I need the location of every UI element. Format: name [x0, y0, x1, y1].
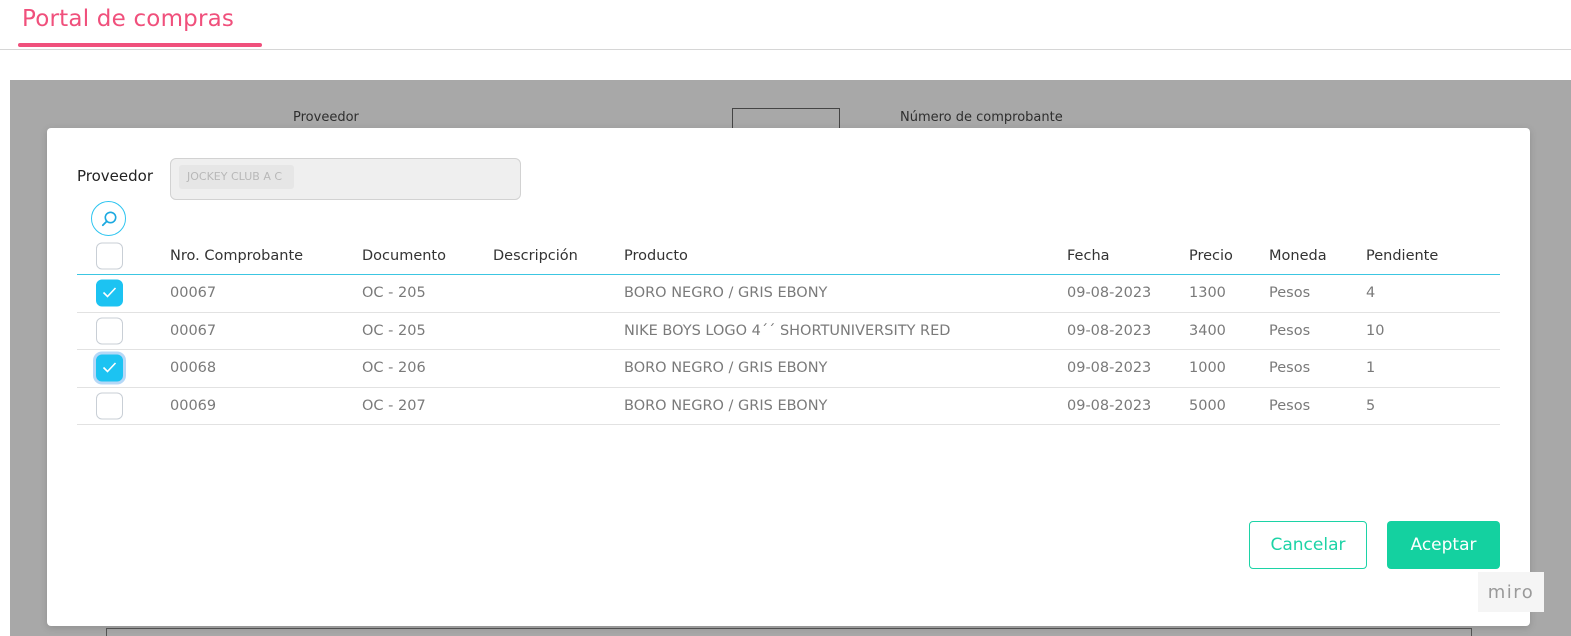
cell-pendiente: 1	[1366, 360, 1376, 377]
table-row[interactable]: 00067 OC - 205 NIKE BOYS LOGO 4´´ SHORTU…	[77, 313, 1500, 350]
cell-producto: BORO NEGRO / GRIS EBONY	[624, 397, 828, 414]
cell-pendiente: 5	[1366, 397, 1376, 414]
page-title[interactable]: Portal de compras	[22, 6, 234, 32]
cell-documento: OC - 206	[362, 360, 426, 377]
cell-fecha: 09-08-2023	[1067, 397, 1152, 414]
cell-documento: OC - 205	[362, 322, 426, 339]
cell-documento: OC - 205	[362, 285, 426, 302]
bg-form-border	[106, 628, 1472, 636]
proveedor-label: Proveedor	[77, 167, 153, 185]
cell-producto: BORO NEGRO / GRIS EBONY	[624, 360, 828, 377]
select-all-checkbox[interactable]	[96, 242, 123, 270]
cell-moneda: Pesos	[1269, 397, 1311, 414]
proveedor-chip: JOCKEY CLUB A C	[179, 165, 295, 189]
cell-precio: 5000	[1189, 397, 1226, 414]
col-header-producto: Producto	[624, 248, 688, 264]
col-header-precio: Precio	[1189, 248, 1233, 264]
cell-moneda: Pesos	[1269, 285, 1311, 302]
cell-producto: BORO NEGRO / GRIS EBONY	[624, 285, 828, 302]
cell-fecha: 09-08-2023	[1067, 360, 1152, 377]
accept-button[interactable]: Aceptar	[1387, 521, 1500, 569]
cell-moneda: Pesos	[1269, 322, 1311, 339]
bg-proveedor-label: Proveedor	[293, 110, 359, 125]
table-row[interactable]: 00067 OC - 205 BORO NEGRO / GRIS EBONY 0…	[77, 275, 1500, 313]
cell-precio: 1300	[1189, 285, 1226, 302]
cell-fecha: 09-08-2023	[1067, 322, 1152, 339]
cell-pendiente: 4	[1366, 285, 1376, 302]
search-icon	[101, 211, 116, 226]
row-checkbox[interactable]	[96, 354, 123, 382]
cell-producto: NIKE BOYS LOGO 4´´ SHORTUNIVERSITY RED	[624, 322, 951, 339]
row-checkbox[interactable]	[96, 317, 123, 345]
checkmark-icon	[102, 287, 117, 298]
cell-precio: 1000	[1189, 360, 1226, 377]
cell-nro: 00067	[170, 322, 217, 339]
cell-nro: 00067	[170, 285, 217, 302]
app-header: Portal de compras	[0, 0, 1571, 50]
active-tab-indicator	[18, 43, 262, 47]
bg-numero-label: Número de comprobante	[900, 110, 1063, 125]
row-checkbox[interactable]	[96, 392, 123, 420]
select-comprobantes-modal: Proveedor JOCKEY CLUB A C Nro. Comproban…	[47, 128, 1530, 626]
proveedor-field[interactable]: JOCKEY CLUB A C	[170, 158, 521, 200]
checkmark-icon	[102, 362, 117, 373]
cell-fecha: 09-08-2023	[1067, 285, 1152, 302]
table-row[interactable]: 00068 OC - 206 BORO NEGRO / GRIS EBONY 0…	[77, 350, 1500, 388]
cell-moneda: Pesos	[1269, 360, 1311, 377]
col-header-moneda: Moneda	[1269, 248, 1327, 264]
col-header-fecha: Fecha	[1067, 248, 1110, 264]
col-header-pendiente: Pendiente	[1366, 248, 1439, 264]
row-checkbox[interactable]	[96, 279, 123, 307]
miro-watermark: miro	[1478, 572, 1544, 612]
cancel-button[interactable]: Cancelar	[1249, 521, 1367, 569]
bg-input-box	[732, 108, 840, 130]
col-header-descripcion: Descripción	[493, 248, 578, 264]
search-button[interactable]	[91, 201, 126, 236]
cell-nro: 00068	[170, 360, 217, 377]
col-header-nro: Nro. Comprobante	[170, 248, 304, 264]
cell-documento: OC - 207	[362, 397, 426, 414]
cell-nro: 00069	[170, 397, 217, 414]
comprobantes-table: Nro. Comprobante Documento Descripción P…	[77, 238, 1500, 425]
table-header-row: Nro. Comprobante Documento Descripción P…	[77, 238, 1500, 275]
cell-precio: 3400	[1189, 322, 1226, 339]
col-header-documento: Documento	[362, 248, 446, 264]
cell-pendiente: 10	[1366, 322, 1385, 339]
table-row[interactable]: 00069 OC - 207 BORO NEGRO / GRIS EBONY 0…	[77, 388, 1500, 425]
